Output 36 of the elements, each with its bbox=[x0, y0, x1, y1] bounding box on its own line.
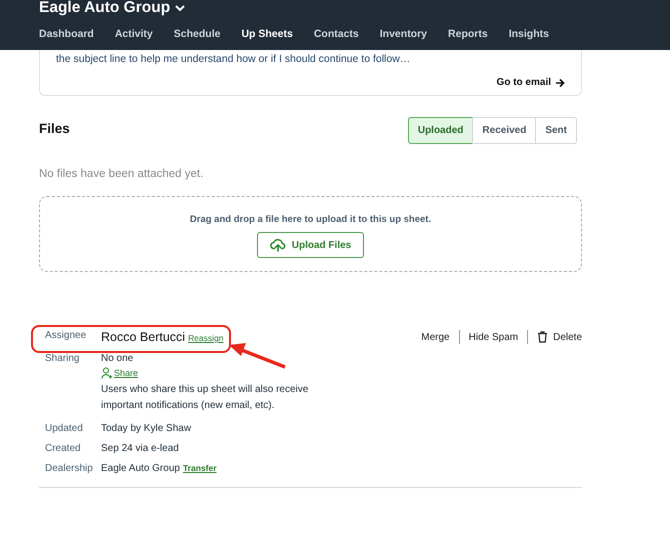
nav-tab[interactable]: Contacts bbox=[314, 28, 359, 40]
nav-tab[interactable]: Insights bbox=[508, 28, 549, 40]
reassign-link[interactable]: Reassign bbox=[188, 333, 224, 343]
detail-label: Sharing bbox=[45, 353, 80, 366]
detail-value: Sep 24 via e-lead bbox=[101, 443, 179, 454]
files-tab[interactable]: Sent bbox=[535, 117, 577, 144]
files-tab[interactable]: Received bbox=[472, 117, 536, 144]
nav-tab[interactable]: Up Sheets bbox=[241, 28, 293, 40]
nav-tab[interactable]: Dashboard bbox=[39, 28, 94, 40]
transfer-link[interactable]: Transfer bbox=[182, 463, 216, 473]
files-tab[interactable]: Uploaded bbox=[408, 117, 474, 144]
detail-label: Dealership bbox=[45, 463, 94, 474]
sharing-note: Users who share this up sheet will also receive important notifications (new email, etc). bbox=[101, 383, 310, 413]
detail-value: No one bbox=[101, 353, 134, 364]
nav-tab[interactable]: Schedule bbox=[174, 28, 220, 40]
nav-tab[interactable]: Activity bbox=[114, 28, 153, 40]
nav-tab[interactable]: Inventory bbox=[380, 28, 428, 40]
nav-tab[interactable]: Reports bbox=[448, 28, 488, 40]
dropzone[interactable]: Drag and drop a file here to upload it to this up sheet. Upload Files bbox=[39, 196, 582, 272]
action-button[interactable]: Merge bbox=[421, 332, 450, 342]
assignee-name: Rocco Bertucci bbox=[101, 330, 186, 344]
upload-files-button[interactable]: Upload Files bbox=[256, 232, 364, 258]
action-button[interactable]: Hide Spam bbox=[468, 332, 518, 342]
detail-label: Assignee bbox=[45, 330, 88, 343]
detail-value: Eagle Auto Group bbox=[101, 463, 180, 474]
empty-message: No files have been attached yet. bbox=[39, 168, 204, 180]
detail-label: Created bbox=[45, 443, 82, 454]
delete-button[interactable]: Delete bbox=[537, 331, 582, 343]
share-link[interactable]: Share bbox=[101, 367, 316, 379]
detail-value: Today by Kyle Shaw bbox=[101, 423, 192, 434]
dropzone-text: Drag and drop a file here to upload it to this up sheet. bbox=[190, 214, 432, 225]
files-heading: Files bbox=[39, 121, 70, 138]
detail-label: Updated bbox=[45, 423, 84, 434]
email-excerpt: the subject line to help me understand how or if I should continue to follow… bbox=[56, 53, 412, 65]
dealership-menu[interactable]: Eagle Auto Group bbox=[39, 0, 186, 16]
go-to-email-link[interactable]: Go to email bbox=[496, 77, 565, 88]
